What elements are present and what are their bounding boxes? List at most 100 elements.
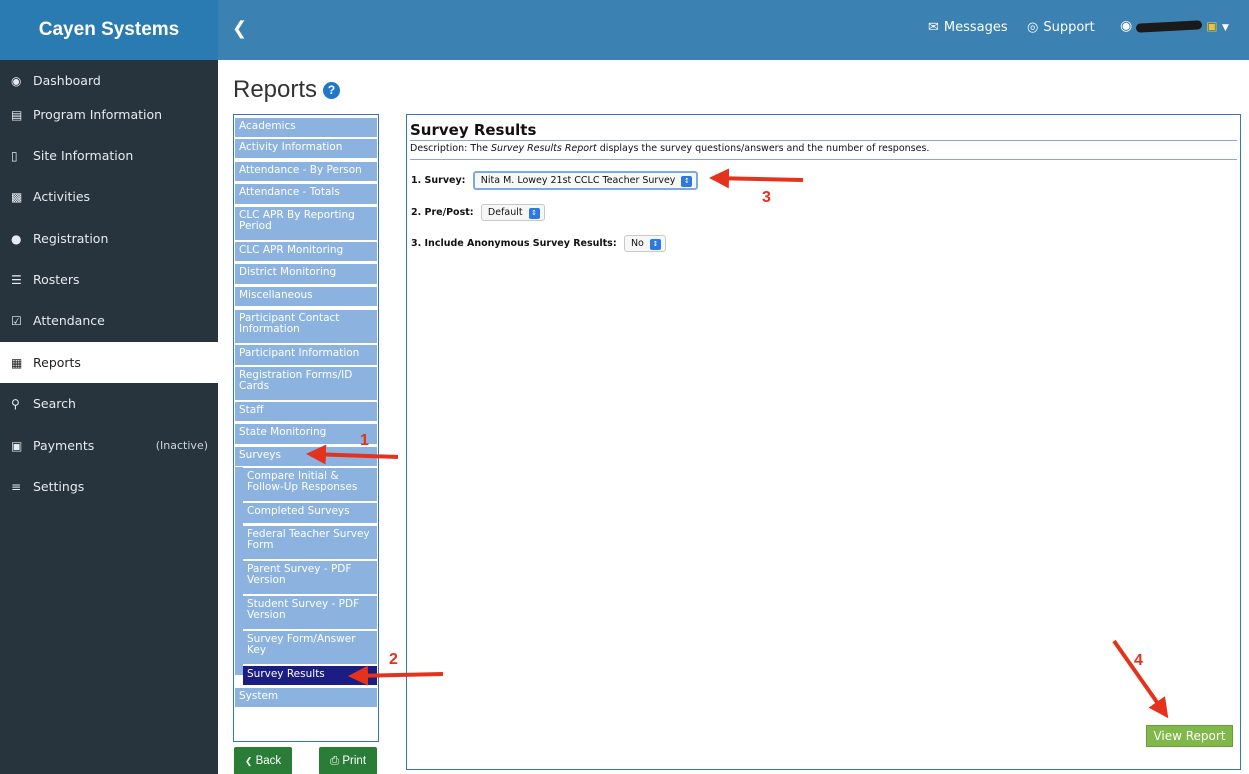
sidebar-item-label: Search — [33, 396, 76, 411]
description-divider — [410, 159, 1237, 160]
anonymous-field-row: 3. Include Anonymous Survey Results: No ↕ — [411, 235, 666, 252]
pre-post-field-row: 2. Pre/Post: Default ↕ — [411, 204, 545, 221]
description-prefix: Description: The — [410, 143, 492, 154]
sliders-icon: ≡ — [11, 480, 22, 494]
sidebar-item-registration[interactable]: ● Registration — [0, 218, 218, 259]
sidebar-item-settings[interactable]: ≡ Settings — [0, 466, 218, 507]
survey-field-row: 1. Survey: Nita M. Lowey 21st CCLC Teach… — [411, 171, 699, 190]
menu-item-district-monitoring[interactable]: District Monitoring — [235, 264, 377, 285]
redacted-username — [1136, 19, 1203, 33]
chevron-left-icon: ❮ — [244, 756, 253, 766]
report-title: Survey Results — [410, 121, 537, 139]
anonymous-select-value: No — [630, 238, 644, 249]
menu-item-state-monitoring[interactable]: State Monitoring — [235, 424, 377, 445]
search-icon: ⚲ — [11, 397, 20, 411]
menu-item-clc-apr-by-reporting-period[interactable]: CLC APR By Reporting Period — [235, 207, 377, 241]
pre-post-field-label: 2. Pre/Post: — [411, 207, 474, 218]
sidebar-item-payments[interactable]: ▣ Payments (Inactive) — [0, 425, 218, 466]
menu-item-staff[interactable]: Staff — [235, 402, 377, 422]
institution-icon: ▤ — [11, 108, 23, 122]
description-report-name: Survey Results Report — [491, 143, 597, 154]
top-bar: Cayen Systems ❮ ✉ Messages ◎ Support ◉ ▣ ▼ — [0, 0, 1249, 60]
menu-item-miscellaneous[interactable]: Miscellaneous — [235, 287, 377, 307]
print-label: Print — [342, 755, 367, 767]
report-category-menu: Academics Activity Information Attendanc… — [233, 114, 379, 742]
description-suffix: displays the survey questions/answers an… — [596, 143, 930, 154]
sidebar-item-site-information[interactable]: ▯ Site Information — [0, 135, 218, 176]
menu-item-participant-information[interactable]: Participant Information — [235, 345, 377, 366]
brand-logo[interactable]: Cayen Systems — [0, 0, 218, 60]
chevron-updown-icon: ↕ — [681, 176, 693, 187]
submenu-item-survey-form-answer-key[interactable]: Survey Form/Answer Key — [243, 631, 377, 665]
view-report-button[interactable]: View Report — [1146, 725, 1233, 747]
user-circle-icon: ◉ — [1120, 18, 1133, 34]
sidebar-item-label: Site Information — [33, 148, 134, 163]
back-button[interactable]: ❮ Back — [234, 747, 292, 774]
survey-select-value: Nita M. Lowey 21st CCLC Teacher Survey — [480, 175, 676, 186]
page-title: Reports? — [233, 76, 341, 104]
sidebar-item-search[interactable]: ⚲ Search — [0, 383, 218, 424]
menu-item-activity-information[interactable]: Activity Information — [235, 139, 377, 159]
back-label: Back — [255, 755, 282, 767]
report-panel: Survey Results Description: The Survey R… — [406, 114, 1241, 770]
sidebar-item-label: Registration — [33, 231, 109, 246]
bar-chart-icon: ▦ — [11, 356, 23, 370]
report-description: Description: The Survey Results Report d… — [410, 143, 929, 154]
question-circle-icon[interactable]: ? — [323, 82, 341, 99]
sidebar-item-rosters[interactable]: ☰ Rosters — [0, 259, 218, 300]
sidebar-item-label: Activities — [33, 189, 91, 204]
users-icon: ● — [11, 232, 22, 246]
sidebar-item-label: Settings — [33, 479, 85, 494]
sidebar-item-label: Payments — [33, 438, 95, 453]
messages-link[interactable]: ✉ Messages — [928, 20, 1008, 35]
sidebar-item-program-information[interactable]: ▤ Program Information — [0, 94, 218, 135]
gift-icon: ▣ — [1206, 19, 1218, 33]
anonymous-select[interactable]: No ↕ — [623, 235, 666, 252]
menu-item-participant-contact-information[interactable]: Participant Contact Information — [235, 310, 377, 344]
submenu-item-parent-survey-pdf[interactable]: Parent Survey - PDF Version — [243, 561, 377, 595]
submenu-item-survey-results[interactable]: Survey Results — [243, 666, 377, 686]
submenu-item-student-survey-pdf[interactable]: Student Survey - PDF Version — [243, 596, 377, 630]
envelope-icon: ✉ — [928, 20, 939, 35]
sidebar-item-activities[interactable]: ▩ Activities — [0, 176, 218, 217]
sidebar-item-attendance[interactable]: ☑ Attendance — [0, 300, 218, 341]
building-icon: ▯ — [11, 149, 18, 163]
life-ring-icon: ◎ — [1027, 20, 1039, 35]
sidebar-item-label: Reports — [33, 355, 81, 370]
list-icon: ☰ — [11, 273, 22, 287]
page-title-text: Reports — [233, 76, 318, 103]
calendar-check-icon: ☑ — [11, 314, 22, 328]
submenu-item-compare-responses[interactable]: Compare Initial & Follow-Up Responses — [243, 468, 377, 502]
print-button[interactable]: ⎙ Print — [319, 747, 377, 774]
printer-icon: ⎙ — [329, 755, 340, 767]
inactive-badge: (Inactive) — [155, 439, 208, 452]
sidebar-item-label: Rosters — [33, 272, 80, 287]
menu-item-registration-forms-id-cards[interactable]: Registration Forms/ID Cards — [235, 367, 377, 401]
menu-item-clc-apr-monitoring[interactable]: CLC APR Monitoring — [235, 242, 377, 262]
title-divider — [410, 140, 1237, 141]
sidebar-item-label: Attendance — [33, 313, 105, 328]
menu-item-surveys[interactable]: Surveys — [235, 447, 377, 467]
submenu-item-federal-teacher-survey-form[interactable]: Federal Teacher Survey Form — [243, 526, 377, 560]
survey-select[interactable]: Nita M. Lowey 21st CCLC Teacher Survey ↕ — [472, 171, 699, 190]
support-label: Support — [1043, 20, 1095, 35]
sidebar-item-label: Program Information — [33, 107, 163, 122]
menu-item-attendance-by-person[interactable]: Attendance - By Person — [235, 162, 377, 182]
money-icon: ▣ — [11, 439, 23, 453]
support-link[interactable]: ◎ Support — [1027, 20, 1095, 35]
messages-label: Messages — [943, 20, 1008, 35]
chevron-updown-icon: ↕ — [528, 208, 540, 219]
chevron-left-icon[interactable]: ❮ — [232, 18, 247, 39]
menu-item-academics[interactable]: Academics — [235, 118, 377, 138]
menu-item-attendance-totals[interactable]: Attendance - Totals — [235, 184, 377, 205]
submenu-gutter — [235, 467, 243, 675]
sidebar-item-reports[interactable]: ▦ Reports — [0, 342, 218, 383]
pre-post-select-value: Default — [487, 207, 523, 218]
survey-field-label: 1. Survey: — [411, 175, 466, 186]
submenu-item-completed-surveys[interactable]: Completed Surveys — [243, 503, 377, 524]
menu-item-system[interactable]: System — [235, 688, 377, 708]
sitemap-icon: ▩ — [11, 190, 23, 204]
pre-post-select[interactable]: Default ↕ — [480, 204, 545, 221]
sidebar: ◉ Dashboard ▤ Program Information ▯ Site In… — [0, 60, 218, 774]
user-menu[interactable]: ◉ ▣ ▼ — [1120, 18, 1229, 34]
